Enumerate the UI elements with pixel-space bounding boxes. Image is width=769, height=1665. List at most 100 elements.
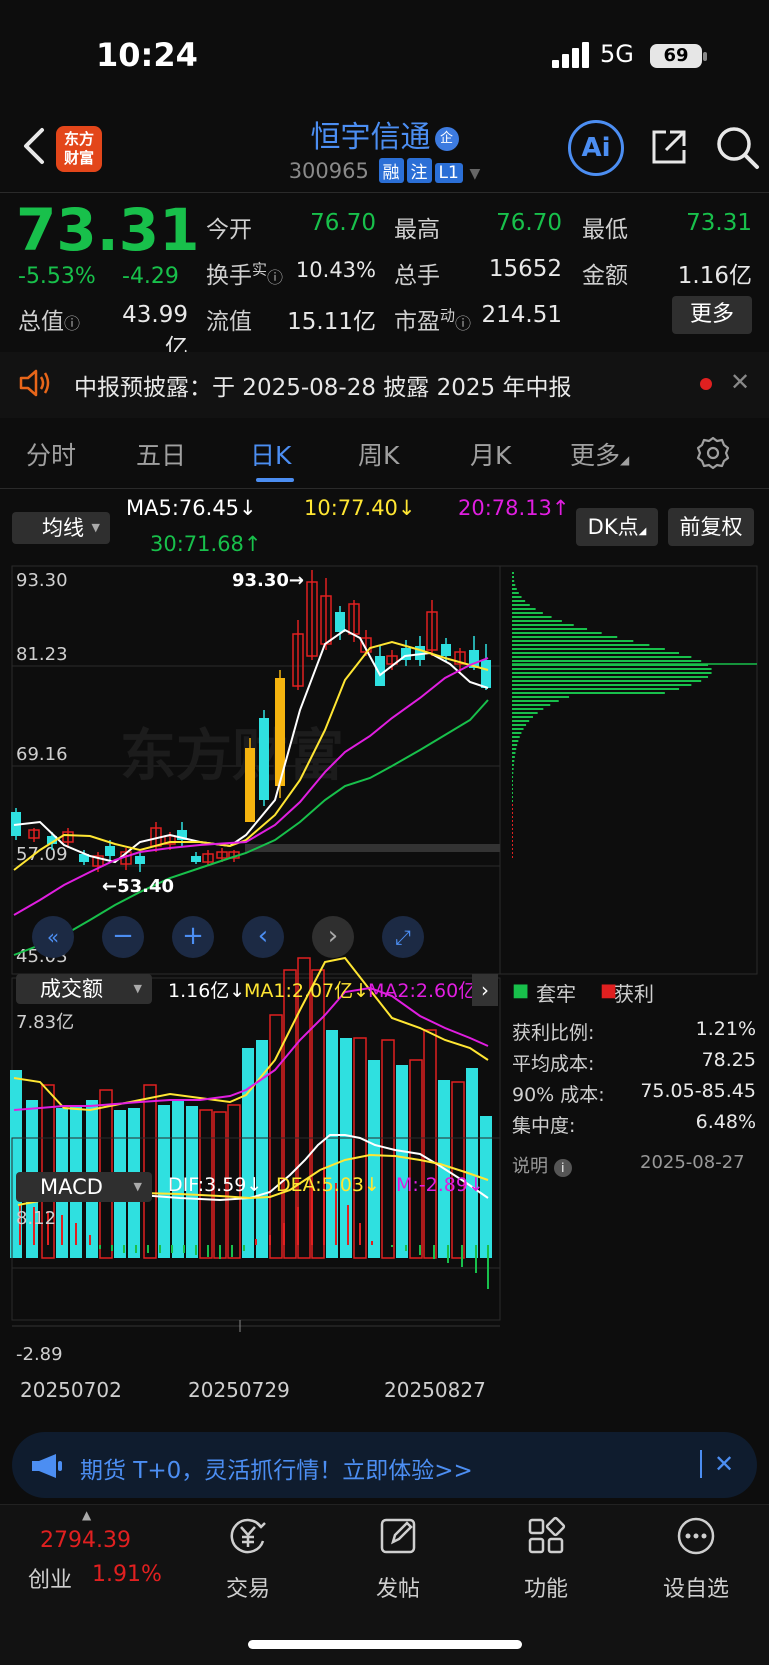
- status-bar: 10:24 5G 69: [0, 0, 769, 110]
- volume-indicator-dropdown[interactable]: 成交额 ▼: [16, 974, 152, 1004]
- battery-tip: [703, 52, 707, 61]
- turnover-sup: 实: [252, 260, 268, 279]
- divider: [0, 192, 769, 193]
- index-change[interactable]: 1.91%: [92, 1562, 162, 1587]
- change-percent: -5.53%: [18, 264, 96, 289]
- stat-row: 集中度: 6.48%: [512, 1111, 756, 1142]
- chip-bar: [512, 736, 520, 738]
- volume-bar: [242, 1048, 254, 1258]
- chevron-right-icon[interactable]: ›: [312, 916, 354, 958]
- zoom-out-icon[interactable]: −: [102, 916, 144, 958]
- tab-more-label: 更多: [570, 441, 621, 470]
- chip-bar: [512, 812, 513, 814]
- chip-bar: [512, 692, 665, 694]
- chip-bar: [512, 668, 712, 670]
- index-value[interactable]: 2794.39: [40, 1528, 131, 1553]
- chevron-left-icon[interactable]: ‹: [242, 916, 284, 958]
- chip-bar: [512, 620, 562, 622]
- stat-row: 平均成本: 78.25: [512, 1049, 756, 1080]
- chip-bar: [512, 816, 513, 818]
- chip-bar: [512, 672, 712, 674]
- chip-bar: [512, 752, 516, 754]
- chip-note-label: 说明: [512, 1156, 548, 1177]
- tab-more[interactable]: 更多◢: [570, 436, 629, 472]
- chip-bar: [512, 756, 515, 758]
- indicator-dropdown[interactable]: 均线 ▼: [12, 512, 110, 544]
- volume-ma1: MA1:2.07亿↓: [244, 980, 370, 1002]
- chip-stats: 获利比例: 1.21% 平均成本: 78.25 90% 成本: 75.05-85.45…: [512, 1018, 756, 1142]
- volume-bar: [368, 1060, 380, 1258]
- home-indicator[interactable]: [248, 1640, 522, 1649]
- chip-bar: [512, 840, 513, 842]
- chip-bar: [512, 800, 513, 802]
- divider: [0, 488, 769, 489]
- x-date-start: 20250702: [20, 1378, 122, 1402]
- close-icon[interactable]: ✕: [730, 368, 750, 396]
- low-price-marker: ←53.40: [102, 876, 174, 897]
- stat-value: 1.21%: [695, 1018, 756, 1040]
- nav-post[interactable]: 发帖: [338, 1515, 458, 1603]
- chip-bar: [512, 584, 516, 586]
- candle-body: [375, 656, 385, 686]
- stock-name: 恒宇信通: [310, 120, 431, 155]
- chip-bar: [512, 612, 543, 614]
- info-icon: ⓘ: [64, 314, 81, 333]
- volume-dropdown-label: 成交额: [40, 977, 103, 1001]
- volume-bar: [423, 1029, 437, 1259]
- more-button[interactable]: 更多: [672, 296, 752, 334]
- chip-bar: [512, 804, 513, 806]
- current-price: 73.31: [16, 196, 200, 264]
- adjust-button[interactable]: 前复权: [668, 508, 754, 546]
- float-cap-label: 流值: [206, 309, 252, 335]
- dropdown-triangle-icon: ▼: [133, 982, 142, 995]
- nav-functions[interactable]: 功能: [486, 1515, 606, 1603]
- chip-bar: [512, 604, 530, 606]
- candle-body: [481, 660, 491, 688]
- share-icon[interactable]: [648, 126, 690, 168]
- chip-note[interactable]: 说明 i: [512, 1152, 572, 1178]
- enterprise-badge-icon: 企: [434, 126, 459, 151]
- volume-top-label: 7.83亿: [16, 1012, 75, 1033]
- settings-gear-icon[interactable]: [696, 436, 730, 470]
- tab-weekly-k[interactable]: 周K: [358, 436, 399, 472]
- ai-assistant-button[interactable]: Ai: [568, 120, 624, 176]
- expand-icon[interactable]: ⤢: [382, 916, 424, 958]
- unread-dot: [700, 378, 712, 390]
- chip-bar: [512, 760, 515, 762]
- banner-divider: [700, 1450, 702, 1478]
- zoom-in-icon[interactable]: +: [172, 916, 214, 958]
- change-amount: -4.29: [122, 264, 179, 289]
- x-date-end: 20250827: [384, 1378, 486, 1402]
- search-icon[interactable]: [714, 124, 760, 170]
- nav-trade[interactable]: 交易: [188, 1515, 308, 1603]
- chevron-right-icon[interactable]: ›: [472, 974, 498, 1006]
- candle-body: [191, 856, 201, 862]
- volume-label: 总手: [394, 263, 440, 289]
- chip-bar: [512, 836, 513, 838]
- rewind-icon[interactable]: «: [32, 916, 74, 958]
- high-label: 最高: [394, 217, 440, 243]
- close-icon[interactable]: ✕: [714, 1450, 734, 1478]
- candles: [11, 570, 491, 872]
- nav-watchlist-label: 设自选: [662, 1577, 729, 1602]
- high-price-marker: 93.30→: [232, 570, 304, 591]
- open-value: 76.70: [310, 210, 376, 236]
- chip-bar: [512, 624, 574, 626]
- tab-five-day[interactable]: 五日: [136, 436, 186, 472]
- tab-monthly-k[interactable]: 月K: [470, 436, 511, 472]
- macd-m: M:-2.89↓: [396, 1174, 484, 1196]
- macd-dea: DEA:5.03↓: [276, 1174, 380, 1196]
- caret-up-icon: ▲: [82, 1508, 92, 1522]
- chip-bar: [512, 572, 514, 574]
- index-name[interactable]: 创业: [28, 1562, 72, 1594]
- tab-intraday[interactable]: 分时: [26, 436, 76, 472]
- dk-point-button[interactable]: DK点◢: [576, 508, 658, 546]
- chip-bar: [512, 848, 513, 850]
- chip-bar: [512, 720, 530, 722]
- chip-bar: [512, 772, 514, 774]
- nav-watchlist[interactable]: 设自选: [636, 1515, 756, 1603]
- chip-bar: [512, 656, 692, 658]
- macd-indicator-dropdown[interactable]: MACD ▼: [16, 1172, 152, 1202]
- chip-bar: [512, 796, 513, 798]
- tab-daily-k[interactable]: 日K: [250, 436, 291, 472]
